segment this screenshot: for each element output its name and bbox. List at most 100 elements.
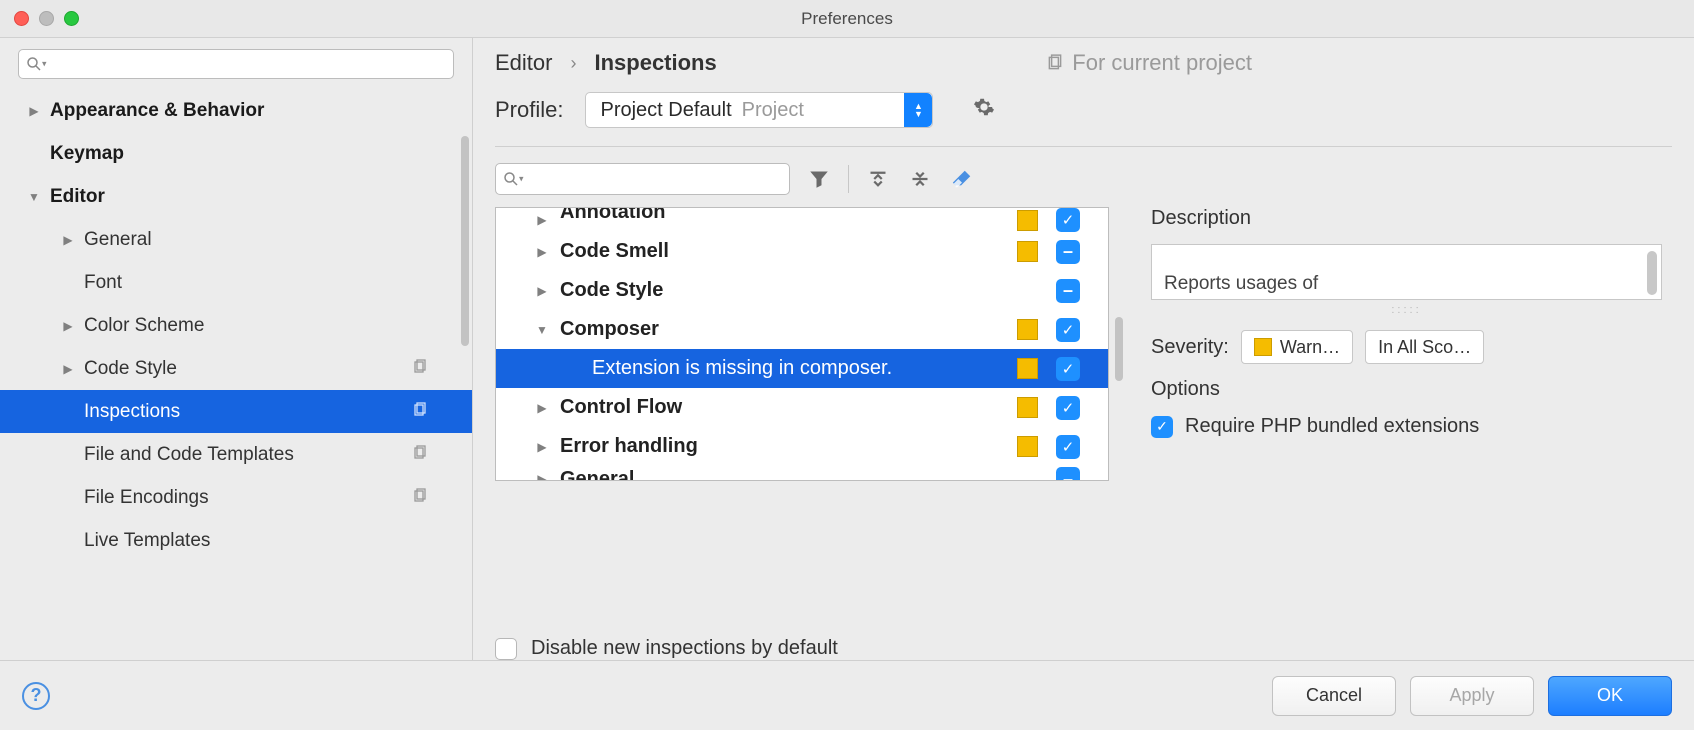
disclosure-icon[interactable]: ▶ <box>534 245 550 259</box>
search-icon <box>503 171 519 187</box>
severity-dropdown[interactable]: Warn… <box>1241 330 1353 364</box>
cancel-button[interactable]: Cancel <box>1272 676 1396 716</box>
copy-icon <box>412 445 428 464</box>
collapse-all-icon[interactable] <box>907 169 933 189</box>
inspection-checkbox[interactable]: – <box>1056 467 1080 481</box>
warning-swatch-icon <box>1017 241 1038 262</box>
description-scrollbar[interactable] <box>1647 251 1657 295</box>
expand-all-icon[interactable] <box>865 169 891 189</box>
disclosure-icon[interactable]: ▼ <box>26 190 42 204</box>
sidebar-item-file-encodings[interactable]: File Encodings <box>0 476 472 519</box>
warning-swatch-icon <box>1254 338 1272 356</box>
inspection-checkbox[interactable]: – <box>1056 279 1080 303</box>
disclosure-icon[interactable]: ▶ <box>534 284 550 298</box>
eraser-icon[interactable] <box>949 168 975 190</box>
inspection-checkbox[interactable]: ✓ <box>1056 396 1080 420</box>
inspection-label: Extension is missing in composer. <box>592 357 892 380</box>
inspection-row[interactable]: ▶ Error handling ✓ <box>496 427 1108 466</box>
sidebar-item-label: Keymap <box>50 143 124 165</box>
inspections-search-input[interactable] <box>495 163 790 195</box>
warning-swatch-icon <box>1017 397 1038 418</box>
sidebar-item-code-style[interactable]: ▶ Code Style <box>0 347 472 390</box>
inspection-checkbox[interactable]: – <box>1056 240 1080 264</box>
sidebar-item-inspections[interactable]: Inspections <box>0 390 472 433</box>
ok-button[interactable]: OK <box>1548 676 1672 716</box>
minimize-window-button[interactable] <box>39 11 54 26</box>
sidebar-item-color-scheme[interactable]: ▶ Color Scheme <box>0 304 472 347</box>
inspection-row[interactable]: ▼ Composer ✓ <box>496 310 1108 349</box>
search-options-chevron-icon[interactable]: ▾ <box>42 59 47 70</box>
sidebar-item-label: General <box>84 229 152 251</box>
sidebar-scrollbar[interactable] <box>461 136 469 346</box>
disable-new-inspections-checkbox[interactable] <box>495 638 517 660</box>
disclosure-icon[interactable]: ▶ <box>60 362 76 376</box>
search-icon <box>26 56 42 72</box>
sidebar-item-live-templates[interactable]: Live Templates <box>0 519 472 562</box>
inspection-checkbox[interactable]: ✓ <box>1056 318 1080 342</box>
profile-dropdown[interactable]: Project Default Project ▲▼ <box>585 92 933 128</box>
inspection-label: Code Smell <box>560 240 669 263</box>
copy-icon <box>412 488 428 507</box>
sidebar-item-label: File and Code Templates <box>84 444 294 466</box>
sidebar-item-label: Code Style <box>84 358 177 380</box>
inspection-checkbox[interactable]: ✓ <box>1056 208 1080 232</box>
sidebar-item-keymap[interactable]: Keymap <box>0 132 472 175</box>
disclosure-icon[interactable]: ▶ <box>534 213 550 227</box>
profile-label: Profile: <box>495 97 563 123</box>
filter-icon[interactable] <box>806 169 832 189</box>
sidebar-item-appearance-behavior[interactable]: ▶ Appearance & Behavior <box>0 89 472 132</box>
disclosure-icon[interactable]: ▶ <box>60 233 76 247</box>
scope-dropdown[interactable]: In All Sco… <box>1365 330 1484 364</box>
inspection-label: Composer <box>560 318 659 341</box>
disable-new-inspections-label: Disable new inspections by default <box>531 637 838 660</box>
sidebar-item-general[interactable]: ▶ General <box>0 218 472 261</box>
description-text: Reports usages of <box>1164 273 1318 294</box>
sidebar-item-editor[interactable]: ▼Editor <box>0 175 472 218</box>
maximize-window-button[interactable] <box>64 11 79 26</box>
search-options-chevron-icon[interactable]: ▾ <box>519 174 524 185</box>
disclosure-icon[interactable]: ▶ <box>534 440 550 454</box>
disclosure-icon[interactable]: ▶ <box>534 472 550 481</box>
inspection-row[interactable]: ▶ Annotation ✓ <box>496 208 1108 232</box>
help-icon[interactable]: ? <box>22 682 50 710</box>
divider <box>495 146 1672 147</box>
inspection-label: Error handling <box>560 435 698 458</box>
inspection-checkbox[interactable]: ✓ <box>1056 357 1080 381</box>
traffic-lights <box>0 11 79 26</box>
require-php-label: Require PHP bundled extensions <box>1185 415 1479 438</box>
dropdown-stepper-icon[interactable]: ▲▼ <box>904 93 932 127</box>
warning-swatch-icon <box>1017 210 1038 231</box>
sidebar-item-label: Color Scheme <box>84 315 204 337</box>
description-box[interactable]: Reports usages of <box>1151 244 1662 300</box>
breadcrumb-item[interactable]: Editor <box>495 50 552 76</box>
resize-grip-icon[interactable]: ::::: <box>1151 304 1662 316</box>
sidebar-item-font[interactable]: Font <box>0 261 472 304</box>
breadcrumb-scope-hint: For current project <box>1046 50 1252 76</box>
disclosure-icon[interactable]: ▶ <box>534 401 550 415</box>
disclosure-icon[interactable]: ▼ <box>534 323 550 337</box>
close-window-button[interactable] <box>14 11 29 26</box>
sidebar-search-input[interactable] <box>18 49 454 79</box>
disclosure-icon[interactable]: ▶ <box>26 104 42 118</box>
require-php-checkbox[interactable]: ✓ <box>1151 416 1173 438</box>
titlebar: Preferences <box>0 0 1694 38</box>
inspection-checkbox[interactable]: ✓ <box>1056 435 1080 459</box>
inspection-row[interactable]: ▶ Code Style – <box>496 271 1108 310</box>
footer: ? Cancel Apply OK <box>0 660 1694 730</box>
inspection-label: Annotation <box>560 207 666 224</box>
gear-icon[interactable] <box>973 96 995 124</box>
inspection-row[interactable]: Extension is missing in composer. ✓ <box>496 349 1108 388</box>
inspection-row[interactable]: ▶Control Flow✓ <box>496 388 1108 427</box>
disclosure-icon[interactable]: ▶ <box>60 319 76 333</box>
inspection-row[interactable]: ▶ Code Smell – <box>496 232 1108 271</box>
inspections-tree[interactable]: ▶ Annotation ✓ ▶ Code Smell – ▶ Code Style – ▼ Com… <box>495 207 1109 481</box>
copy-icon <box>412 359 428 378</box>
sidebar-item-label: Appearance & Behavior <box>50 100 264 122</box>
copy-icon <box>412 402 428 421</box>
window-title: Preferences <box>801 9 893 29</box>
apply-button[interactable]: Apply <box>1410 676 1534 716</box>
inspection-label: Code Style <box>560 279 663 302</box>
inspections-scrollbar[interactable] <box>1115 317 1123 381</box>
sidebar-item-file-and-code-templates[interactable]: File and Code Templates <box>0 433 472 476</box>
inspection-row[interactable]: ▶General– <box>496 466 1108 481</box>
